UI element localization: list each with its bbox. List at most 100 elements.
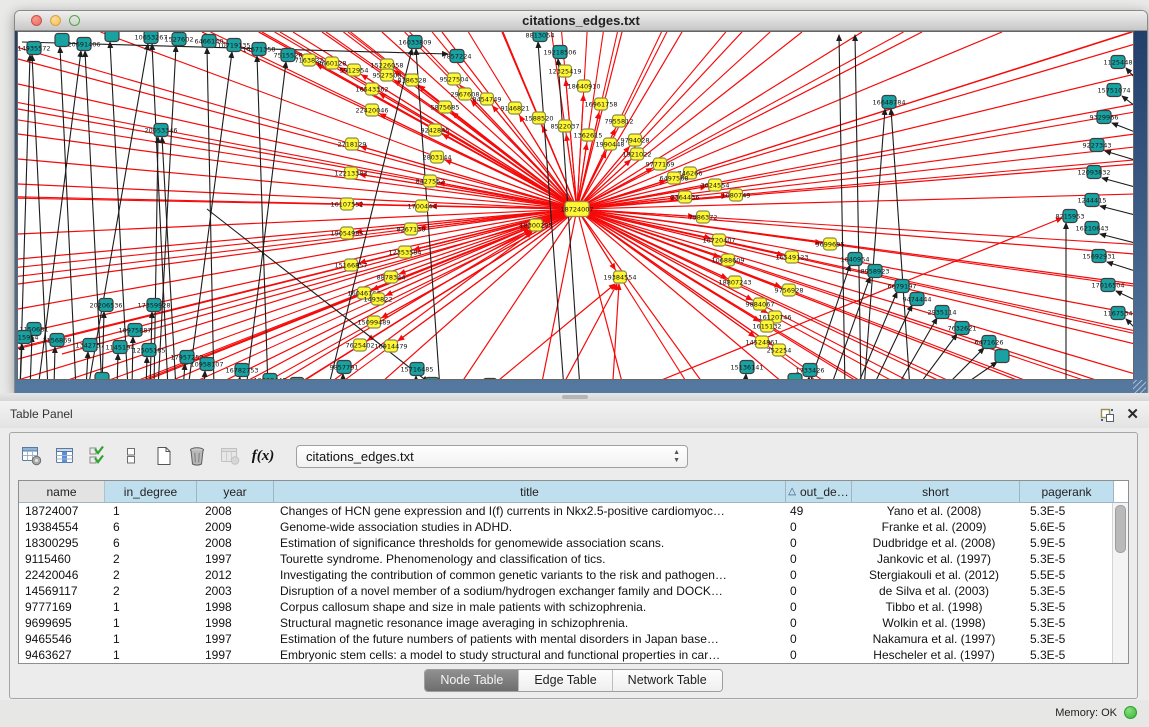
edge[interactable] [158,46,176,380]
table-row[interactable]: 1872400712008Changes of HCN gene express… [19,503,1128,519]
column-header-title[interactable]: title [274,481,786,502]
selected-edge[interactable] [577,164,1134,209]
edge[interactable] [1102,178,1134,187]
network-canvas[interactable]: 1493557220691406106532671527602646614010… [17,31,1134,380]
cell-short: Jankovic et al. (1997) [852,552,1020,566]
edge[interactable] [1100,206,1134,215]
show-columns-icon[interactable] [53,444,77,468]
edge[interactable] [238,377,240,380]
tab-edge-table[interactable]: Edge Table [519,670,612,691]
create-column-icon[interactable] [152,444,176,468]
table-vertical-scrollbar[interactable] [1112,503,1128,663]
minimize-window-button[interactable] [50,15,61,26]
graph-node-unselected[interactable] [105,32,119,42]
table-header-row: namein_degreeyeartitle△out_de…shortpager… [19,481,1128,503]
selected-edge[interactable] [577,209,1134,374]
selected-edge[interactable] [577,32,1002,209]
edge[interactable] [86,352,88,380]
table-source-select[interactable]: citations_edges.txt ▲▼ [296,445,688,468]
column-header-pagerank[interactable]: pagerank [1020,481,1114,502]
edge[interactable] [54,347,55,380]
edge[interactable] [1107,262,1134,271]
float-window-icon[interactable] [1099,407,1115,423]
column-header-in_degree[interactable]: in_degree [105,481,197,502]
column-header-short[interactable]: short [852,481,1020,502]
table-row[interactable]: 1456911722003Disruption of a novel membe… [19,583,1128,599]
table-row[interactable]: 911546021997Tourette syndrome. Phenomeno… [19,551,1128,567]
delete-column-icon[interactable] [185,444,209,468]
edge[interactable] [1105,151,1134,160]
column-header-year[interactable]: year [197,481,274,502]
table-settings-icon[interactable] [20,444,44,468]
edge[interactable] [328,49,412,380]
graph-node-unselected[interactable] [425,378,439,381]
selected-edge[interactable] [18,209,577,259]
close-window-button[interactable] [31,15,42,26]
node-label: 12505185 [132,346,165,354]
graph-node-unselected[interactable] [483,379,497,381]
edge[interactable] [891,109,910,380]
edge[interactable] [1100,234,1134,243]
graph-node-unselected[interactable] [788,374,802,381]
edge[interactable] [839,35,845,380]
edge[interactable] [117,354,118,380]
node-label: 1921022 [623,150,652,158]
edge[interactable] [204,371,205,380]
selected-edge[interactable] [577,209,782,380]
column-header-name[interactable]: name [19,481,105,502]
selected-edge[interactable] [18,184,577,209]
edge[interactable] [808,377,809,380]
selected-edge[interactable] [18,159,577,209]
scrollbar-thumb[interactable] [1115,505,1126,553]
selected-edge[interactable] [62,209,577,380]
edge[interactable] [1126,319,1134,328]
window-resize-grip[interactable] [1133,380,1146,393]
edge[interactable] [745,374,746,380]
graph-node-unselected[interactable] [95,373,109,381]
selected-edge[interactable] [322,232,532,380]
select-all-icon[interactable] [86,444,110,468]
cell-name: 9777169 [19,600,105,614]
column-header-label: out_de… [800,485,849,499]
table-row[interactable]: 2242004622012Investigating the contribut… [19,567,1128,583]
cell-name: 9465546 [19,632,105,646]
column-header-out_de[interactable]: △out_de… [786,481,852,502]
table-row[interactable]: 1938455462009Genome-wide association stu… [19,519,1128,535]
function-builder-icon[interactable]: f(x) [251,444,275,468]
node-label: 8958923 [861,267,890,275]
node-label: 9527504 [440,75,469,83]
close-panel-icon[interactable]: ✕ [1126,405,1139,423]
table-row[interactable]: 946554611997Estimation of the future num… [19,631,1128,647]
node-label: 2364436 [671,193,700,201]
table-row[interactable]: 977716911998Corpus callosum shape and si… [19,599,1128,615]
edge[interactable] [1122,96,1134,106]
selected-edge[interactable] [222,209,577,380]
citation-network-graph[interactable]: 1493557220691406106532671527602646614010… [18,32,1134,380]
zoom-window-button[interactable] [69,15,80,26]
selected-edge[interactable] [577,209,622,380]
table-row[interactable]: 946362711997Embryonic stem cells: a mode… [19,647,1128,663]
edge[interactable] [207,209,428,380]
edge[interactable] [1112,123,1134,132]
selected-edge[interactable] [577,95,583,209]
selected-edge[interactable] [482,284,615,380]
table-mode-icon[interactable] [119,444,143,468]
selected-edge[interactable] [577,134,1134,209]
edge[interactable] [855,35,861,380]
graph-node-unselected[interactable] [290,378,304,381]
graph-node-unselected[interactable] [995,350,1009,363]
edge[interactable] [896,318,937,380]
edge[interactable] [864,109,885,380]
table-row[interactable]: 1830029562008Estimation of significance … [19,535,1128,551]
network-window-titlebar[interactable]: citations_edges.txt [15,11,1147,31]
tab-node-table[interactable]: Node Table [425,670,519,691]
edge[interactable] [1116,291,1134,300]
selected-edge[interactable] [18,59,577,209]
edge[interactable] [146,357,147,380]
edge[interactable] [183,364,185,380]
selected-edge[interactable] [557,284,617,380]
edge[interactable] [872,305,912,380]
tab-network-table[interactable]: Network Table [613,670,722,691]
table-row[interactable]: 969969511998Structural magnetic resonanc… [19,615,1128,631]
delete-table-icon[interactable] [218,444,242,468]
